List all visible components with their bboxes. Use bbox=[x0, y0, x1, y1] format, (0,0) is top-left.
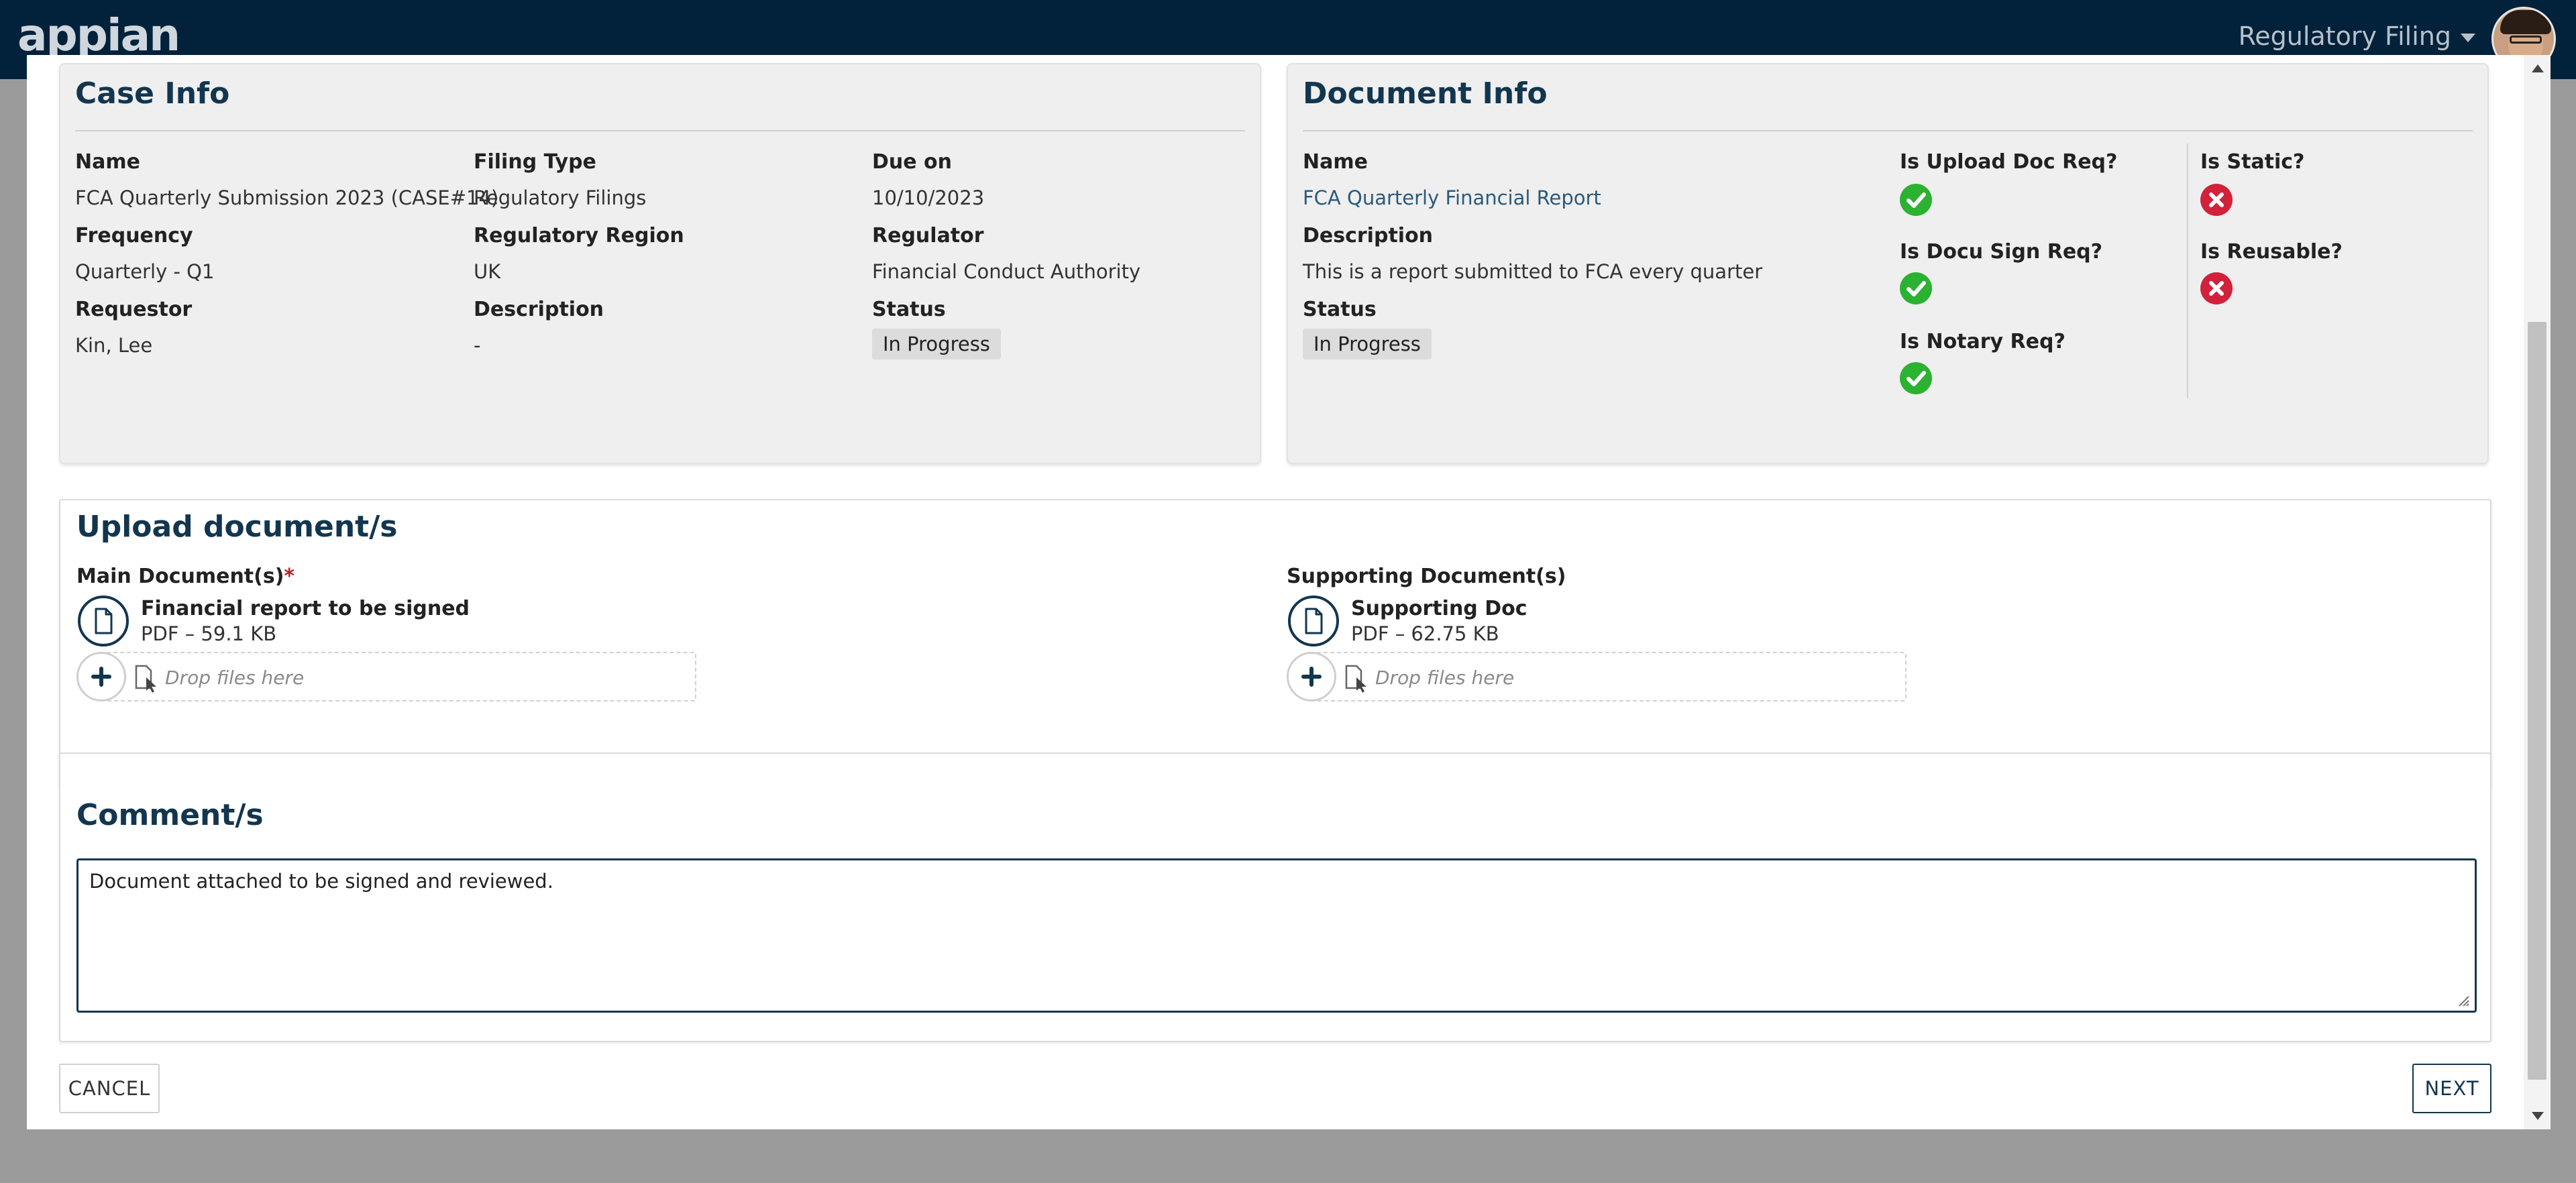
main-file-meta: PDF – 59.1 KB bbox=[141, 622, 277, 645]
supporting-documents-label: Supporting Document(s) bbox=[1287, 565, 1566, 588]
document-name-label: Name bbox=[1303, 150, 1368, 174]
requestor-value: Kin, Lee bbox=[75, 334, 153, 357]
main-documents-label: Main Document(s)* bbox=[76, 565, 295, 588]
region-label: Regulatory Region bbox=[474, 224, 684, 247]
case-name-value: FCA Quarterly Submission 2023 (CASE#14) bbox=[75, 186, 499, 209]
upload-documents-card: Upload document/s Main Document(s)* Fina… bbox=[59, 499, 2491, 789]
case-status-label: Status bbox=[872, 298, 946, 321]
scroll-down-icon[interactable] bbox=[2532, 1112, 2544, 1120]
region-value: UK bbox=[474, 260, 501, 283]
cancel-button[interactable]: CANCEL bbox=[59, 1064, 160, 1113]
file-drop-icon bbox=[135, 665, 156, 693]
document-description-label: Description bbox=[1303, 224, 1434, 247]
task-dialog: Case Info Name FCA Quarterly Submission … bbox=[27, 55, 2551, 1129]
resize-grip-icon[interactable] bbox=[2457, 994, 2470, 1007]
upload-title: Upload document/s bbox=[76, 510, 398, 544]
document-name-link[interactable]: FCA Quarterly Financial Report bbox=[1303, 186, 1601, 209]
check-circle-icon bbox=[1900, 184, 1932, 216]
comment-textarea[interactable] bbox=[76, 858, 2477, 1013]
scroll-thumb[interactable] bbox=[2528, 322, 2546, 1080]
x-circle-icon bbox=[2200, 184, 2233, 216]
document-status-label: Status bbox=[1303, 298, 1377, 321]
due-on-label: Due on bbox=[872, 150, 953, 174]
supporting-file-meta: PDF – 62.75 KB bbox=[1351, 622, 1499, 645]
check-circle-icon bbox=[1900, 272, 1932, 304]
main-file-name[interactable]: Financial report to be signed bbox=[141, 597, 470, 620]
frequency-label: Frequency bbox=[75, 224, 193, 247]
app-switcher-label: Regulatory Filing bbox=[2238, 21, 2451, 51]
scroll-up-icon[interactable] bbox=[2532, 64, 2544, 72]
requestor-label: Requestor bbox=[75, 298, 193, 321]
filing-type-label: Filing Type bbox=[474, 150, 596, 174]
supporting-file-name[interactable]: Supporting Doc bbox=[1351, 597, 1527, 620]
add-supporting-document-button[interactable] bbox=[1287, 652, 1336, 701]
document-info-divider bbox=[1303, 130, 2473, 131]
document-file-icon bbox=[1288, 596, 1339, 646]
supporting-drop-text: Drop files here bbox=[1375, 667, 1515, 689]
document-description-value: This is a report submitted to FCA every … bbox=[1303, 260, 1763, 283]
required-marker: * bbox=[284, 565, 295, 588]
document-status-badge: In Progress bbox=[1303, 329, 1432, 359]
due-on-value: 10/10/2023 bbox=[872, 186, 985, 209]
file-drop-icon bbox=[1345, 665, 1366, 693]
add-main-document-button[interactable] bbox=[76, 652, 126, 701]
static-label: Is Static? bbox=[2200, 150, 2305, 174]
dialog-scrollbar[interactable] bbox=[2524, 55, 2551, 1129]
x-circle-icon bbox=[2200, 272, 2233, 304]
flags-separator bbox=[2187, 144, 2188, 398]
notary-req-label: Is Notary Req? bbox=[1900, 330, 2065, 353]
app-switcher[interactable]: Regulatory Filing bbox=[2239, 21, 2475, 51]
upload-req-label: Is Upload Doc Req? bbox=[1900, 150, 2118, 174]
case-status-badge: In Progress bbox=[872, 329, 1001, 359]
comments-container: Comment/s bbox=[59, 752, 2491, 1042]
case-info-title: Case Info bbox=[75, 76, 230, 111]
regulator-label: Regulator bbox=[872, 224, 984, 247]
chevron-down-icon bbox=[2461, 33, 2475, 42]
filing-type-value: Regulatory Filings bbox=[474, 186, 647, 209]
document-info-title: Document Info bbox=[1303, 76, 1548, 111]
case-info-divider bbox=[75, 130, 1245, 131]
case-description-value: - bbox=[474, 334, 481, 357]
case-name-label: Name bbox=[75, 150, 140, 174]
comments-title: Comment/s bbox=[76, 798, 264, 832]
regulator-value: Financial Conduct Authority bbox=[872, 260, 1141, 283]
next-button[interactable]: NEXT bbox=[2412, 1064, 2491, 1113]
docu-sign-req-label: Is Docu Sign Req? bbox=[1900, 240, 2103, 264]
case-description-label: Description bbox=[474, 298, 604, 321]
reusable-label: Is Reusable? bbox=[2200, 240, 2343, 264]
case-info-card: Case Info Name FCA Quarterly Submission … bbox=[59, 63, 1261, 464]
frequency-value: Quarterly - Q1 bbox=[75, 260, 215, 283]
document-file-icon bbox=[78, 596, 129, 646]
check-circle-icon bbox=[1900, 362, 1932, 394]
document-info-card: Document Info Name FCA Quarterly Financi… bbox=[1287, 63, 2489, 464]
main-drop-text: Drop files here bbox=[165, 667, 305, 689]
appian-logo: appian bbox=[17, 9, 180, 61]
